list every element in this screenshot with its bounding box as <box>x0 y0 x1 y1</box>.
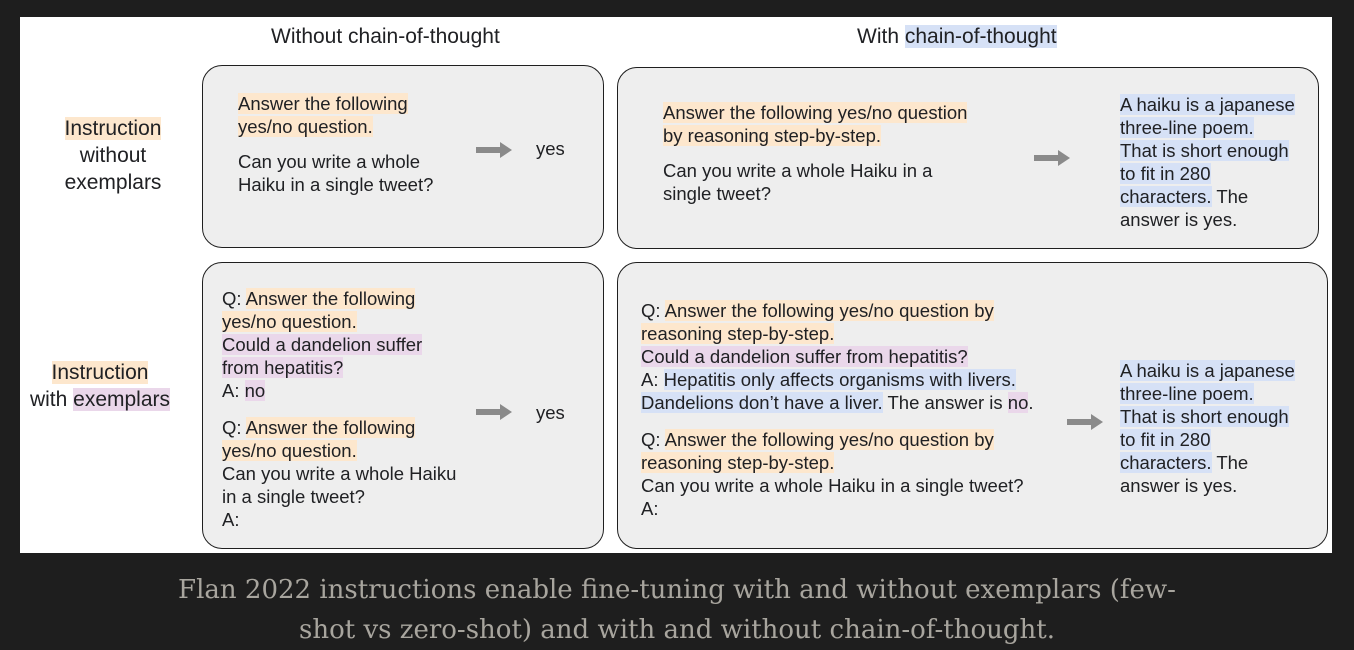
panel3-q2-instruction-l2: yes/no question. <box>222 440 357 461</box>
panel4-answer-l6: answer is yes. <box>1120 475 1238 496</box>
caption-line-2: shot vs zero-shot) and with and without … <box>299 615 1055 645</box>
panel2-answer-l6: answer is yes. <box>1120 209 1238 230</box>
panel3-q1-prefix: Q: <box>222 288 246 309</box>
row-label-with-exemplars: Instruction with exemplars <box>20 359 180 413</box>
row-label-without-exemplars: Instruction without exemplars <box>26 115 200 196</box>
panel4-a1-answer: no <box>1007 392 1029 413</box>
panel-few-shot-cot: Q: Answer the following yes/no question … <box>617 262 1328 549</box>
row1-label-instruction: Instruction <box>64 117 162 140</box>
panel4-a1-reasoning-l2: Dandelions don’t have a liver. <box>641 392 883 413</box>
panel4-prompt: Q: Answer the following yes/no question … <box>641 299 1034 520</box>
panel4-q1-question: Could a dandelion suffer from hepatitis? <box>641 346 968 367</box>
panel4-q2-question: Can you write a whole Haiku in a single … <box>641 475 1024 496</box>
panel4-answer-l5b: The <box>1211 452 1249 473</box>
panel1-instruction-l2: yes/no question. <box>238 116 373 137</box>
column-header-cot-highlight: chain-of-thought <box>904 25 1057 48</box>
panel2-answer-l3: That is short enough <box>1120 140 1289 161</box>
panel-zero-shot-cot: Answer the following yes/no question by … <box>617 67 1319 249</box>
column-header-with-cot: With chain-of-thought <box>857 25 1057 49</box>
panel4-a2-prefix: A: <box>641 498 659 519</box>
panel4-q1-instruction-l2: reasoning step-by-step. <box>641 323 835 344</box>
panel3-q2-question-l2: in a single tweet? <box>222 486 365 507</box>
panel3-a1-answer: no <box>244 380 266 401</box>
panel4-q1-instruction-l1: Answer the following yes/no question by <box>664 300 994 321</box>
panel4-answer-l2: three-line poem. <box>1120 383 1254 404</box>
column-header-without-cot: Without chain-of-thought <box>271 25 500 48</box>
panel4-answer-l4: to fit in 280 <box>1120 429 1211 450</box>
panel1-answer: yes <box>536 138 565 159</box>
panel4-a1-reasoning-l1: Hepatitis only affects organisms with li… <box>663 369 1016 390</box>
panel4-answer-l1: A haiku is a japanese <box>1120 360 1295 381</box>
row1-label-without: without <box>79 144 147 167</box>
panel2-cot-answer: A haiku is a japanese three-line poem. T… <box>1120 93 1295 231</box>
panel4-a1-answer-prefix: The answer is <box>882 392 1008 413</box>
panel4-q2-instruction-l1: Answer the following yes/no question by <box>664 429 994 450</box>
panel4-a1-prefix: A: <box>641 369 664 390</box>
figure-canvas: Without chain-of-thought With chain-of-t… <box>20 17 1332 553</box>
panel2-answer-l1: A haiku is a japanese <box>1120 94 1295 115</box>
panel2-prompt: Answer the following yes/no question by … <box>663 101 968 205</box>
panel3-q1-instruction-l2: yes/no question. <box>222 311 357 332</box>
row2-label-with: with <box>29 388 74 411</box>
figure-caption: Flan 2022 instructions enable fine-tunin… <box>0 570 1354 650</box>
panel-zero-shot-no-cot: Answer the following yes/no question. Ca… <box>202 65 604 248</box>
row1-label-exemplars: exemplars <box>64 171 162 194</box>
row2-label-exemplars: exemplars <box>73 388 171 411</box>
column-header-prefix: With <box>857 25 905 48</box>
panel2-question-l1: Can you write a whole Haiku in a <box>663 160 933 181</box>
panel1-question-l1: Can you write a whole <box>238 151 421 172</box>
panel1-instruction-l1: Answer the following <box>238 93 408 114</box>
panel1-prompt: Answer the following yes/no question. Ca… <box>238 92 433 196</box>
panel4-a1-period: . <box>1028 392 1034 413</box>
caption-line-1: Flan 2022 instructions enable fine-tunin… <box>178 575 1176 605</box>
panel2-answer-l4: to fit in 280 <box>1120 163 1211 184</box>
panel4-q2-prefix: Q: <box>641 429 665 450</box>
panel4-answer-l3: That is short enough <box>1120 406 1289 427</box>
panel2-instruction-l1: Answer the following yes/no question <box>663 102 968 123</box>
panel3-q1-instruction-l1: Answer the following <box>245 288 416 309</box>
panel4-q1-prefix: Q: <box>641 300 665 321</box>
panel2-answer-l5b: The <box>1211 186 1249 207</box>
panel3-a2-prefix: A: <box>222 509 240 530</box>
panel3-a1-prefix: A: <box>222 380 245 401</box>
panel3-answer: yes <box>536 402 565 423</box>
panel2-answer-l5: characters. <box>1120 186 1212 207</box>
arrow-icon <box>476 142 512 158</box>
panel4-q2-instruction-l2: reasoning step-by-step. <box>641 452 835 473</box>
arrow-icon <box>1034 150 1070 166</box>
panel4-cot-answer: A haiku is a japanese three-line poem. T… <box>1120 359 1295 497</box>
panel3-prompt: Q: Answer the following yes/no question.… <box>222 287 456 531</box>
arrow-icon <box>1067 414 1103 430</box>
panel-few-shot-no-cot: Q: Answer the following yes/no question.… <box>202 262 604 549</box>
arrow-icon <box>476 404 512 420</box>
panel3-q2-question-l1: Can you write a whole Haiku <box>222 463 457 484</box>
panel3-q1-question-l1: Could a dandelion suffer <box>222 334 423 355</box>
row2-label-instruction: Instruction <box>51 361 149 384</box>
panel2-answer-l2: three-line poem. <box>1120 117 1254 138</box>
panel3-q2-prefix: Q: <box>222 417 246 438</box>
panel2-question-l2: single tweet? <box>663 183 771 204</box>
panel2-instruction-l2: by reasoning step-by-step. <box>663 125 882 146</box>
panel4-answer-l5: characters. <box>1120 452 1212 473</box>
panel1-question-l2: Haiku in a single tweet? <box>238 174 434 195</box>
panel3-q2-instruction-l1: Answer the following <box>245 417 416 438</box>
panel3-q1-question-l2: from hepatitis? <box>222 357 344 378</box>
